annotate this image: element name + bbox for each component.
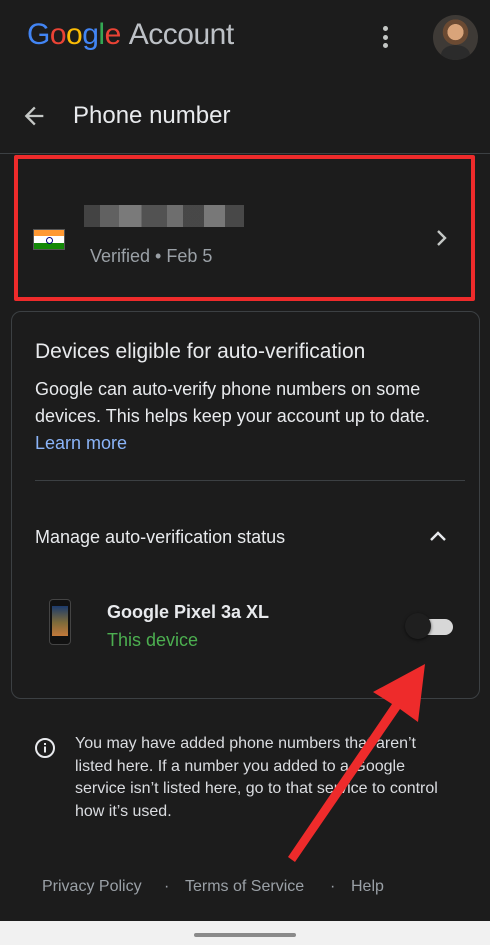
privacy-policy-link[interactable]: Privacy Policy bbox=[42, 878, 142, 896]
footer-separator: · bbox=[330, 878, 336, 895]
chevron-up-icon[interactable] bbox=[428, 528, 448, 544]
toggle-thumb bbox=[405, 613, 431, 639]
manage-auto-verification-header[interactable]: Manage auto-verification status bbox=[35, 527, 285, 548]
devices-description-text: Google can auto-verify phone numbers on … bbox=[35, 379, 430, 426]
arrow-back-icon[interactable] bbox=[20, 102, 48, 130]
devices-description: Google can auto-verify phone numbers on … bbox=[35, 376, 465, 457]
divider bbox=[35, 480, 465, 481]
account-label: Account bbox=[128, 18, 234, 51]
google-account-logo[interactable]: Google Account bbox=[27, 18, 234, 52]
more-vert-icon[interactable] bbox=[374, 22, 396, 52]
logo-letter: G bbox=[27, 18, 50, 51]
page-title: Phone number bbox=[73, 102, 231, 129]
device-status: This device bbox=[107, 630, 199, 650]
india-flag-icon bbox=[33, 229, 65, 250]
devices-card: Devices eligible for auto-verification G… bbox=[11, 311, 480, 699]
app-header: Google Account bbox=[0, 0, 490, 78]
phone-number-item[interactable]: Verified • Feb 5 bbox=[14, 155, 475, 301]
redacted-phone-number bbox=[84, 205, 244, 227]
info-text: You may have added phone numbers that ar… bbox=[75, 735, 438, 820]
logo-letter: o bbox=[49, 18, 67, 51]
info-icon bbox=[35, 738, 55, 758]
footer: Privacy Policy · Terms of Service · Help bbox=[0, 878, 490, 902]
help-link[interactable]: Help bbox=[351, 878, 384, 896]
phone-device-icon bbox=[49, 599, 71, 645]
footer-separator: · bbox=[164, 878, 170, 895]
auto-verification-toggle[interactable] bbox=[405, 613, 457, 639]
learn-more-link[interactable]: Learn more bbox=[35, 433, 127, 453]
chevron-right-icon bbox=[437, 230, 447, 246]
logo-letter: e bbox=[104, 18, 122, 51]
verified-status: Verified • Feb 5 bbox=[90, 246, 213, 266]
title-bar: Phone number bbox=[0, 90, 490, 145]
terms-of-service-link[interactable]: Terms of Service bbox=[185, 878, 304, 896]
logo-letter: o bbox=[66, 18, 83, 51]
device-name: Google Pixel 3a XL bbox=[107, 602, 270, 622]
system-navigation-bar bbox=[0, 921, 490, 945]
divider bbox=[0, 153, 490, 154]
logo-letter: g bbox=[82, 18, 99, 51]
avatar[interactable] bbox=[433, 15, 478, 60]
devices-heading: Devices eligible for auto-verification bbox=[35, 340, 366, 363]
home-indicator[interactable] bbox=[194, 933, 296, 937]
